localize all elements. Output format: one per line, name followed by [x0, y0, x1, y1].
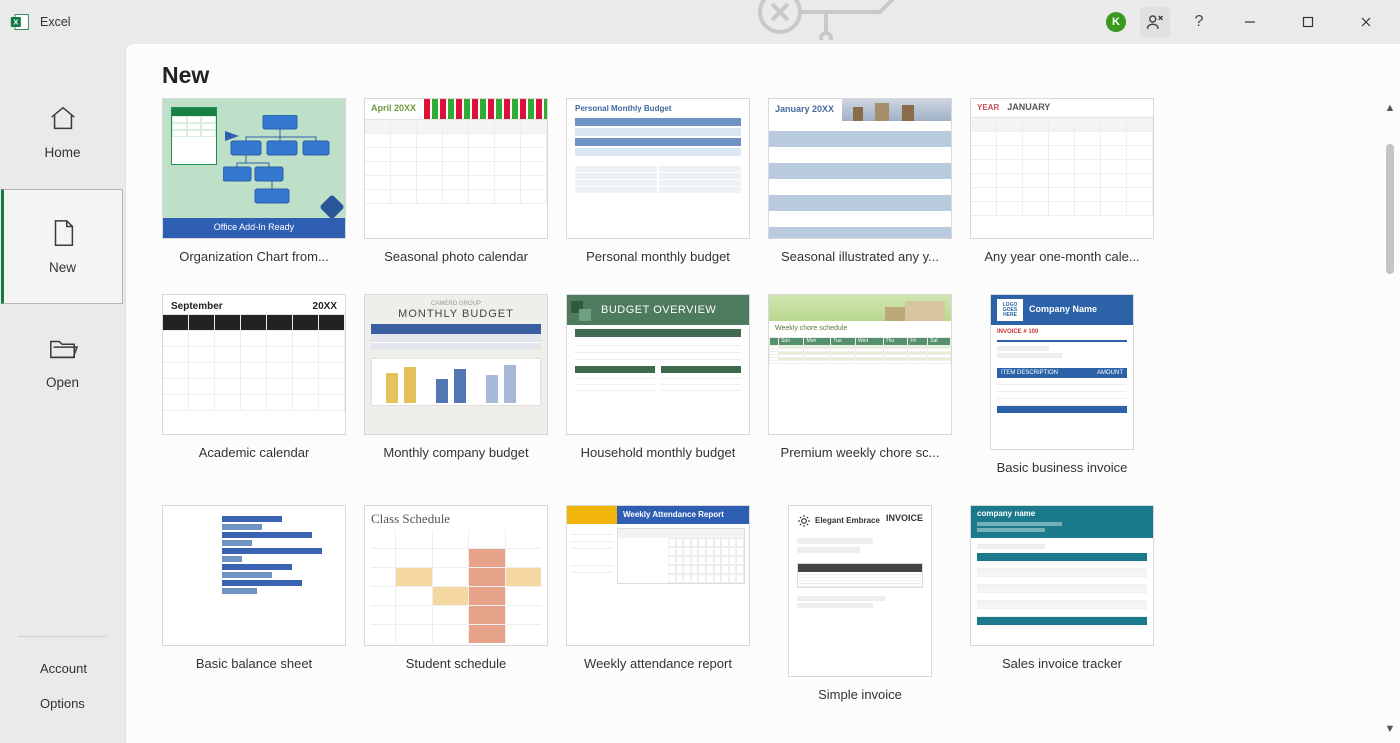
template-label: Academic calendar — [199, 445, 310, 460]
template-card-academic-cal[interactable]: September 20XX Academic calendar — [162, 294, 346, 475]
template-card-business-invoice[interactable]: LOGO GOES HERE Company Name INVOICE # 10… — [970, 294, 1154, 475]
template-card-balance-sheet[interactable]: Basic balance sheet — [162, 505, 346, 702]
maximize-button[interactable] — [1286, 7, 1330, 37]
template-label: Seasonal illustrated any y... — [781, 249, 939, 264]
template-gallery: Office Add-In Ready Organization Chart f… — [162, 98, 1372, 742]
app-name: Excel — [40, 15, 71, 29]
template-label: Monthly company budget — [383, 445, 528, 460]
template-label: Simple invoice — [818, 687, 902, 702]
sidebar-label-new: New — [49, 260, 76, 275]
template-card-personal-budget[interactable]: Personal Monthly Budget — [566, 98, 750, 264]
vertical-scrollbar[interactable]: ▲ ▼ — [1382, 102, 1398, 735]
sidebar-item-options[interactable]: Options — [0, 686, 125, 721]
excel-app-icon: X — [10, 12, 30, 32]
template-label: Household monthly budget — [581, 445, 736, 460]
template-label: Seasonal photo calendar — [384, 249, 528, 264]
sidebar-item-home[interactable]: Home — [2, 74, 124, 189]
page-title: New — [162, 62, 1400, 89]
app-shell: Home New Open Account Options New — [0, 44, 1400, 743]
svg-text:X: X — [13, 18, 18, 27]
template-card-sales-tracker[interactable]: company name — [970, 505, 1154, 702]
template-label: Basic business invoice — [997, 460, 1128, 475]
template-card-any-year-cal[interactable]: YEAR JANUARY Any year one-month cale... — [970, 98, 1154, 264]
template-card-household-budget[interactable]: BUDGET OVERVIEW Household monthly budget — [566, 294, 750, 475]
coming-soon-icon[interactable] — [1140, 7, 1170, 37]
template-label: Personal monthly budget — [586, 249, 730, 264]
template-gallery-viewport[interactable]: Office Add-In Ready Organization Chart f… — [162, 98, 1372, 743]
user-avatar[interactable]: K — [1106, 12, 1126, 32]
template-card-seasonal-illustrated[interactable]: January 20XX — [768, 98, 952, 264]
sidebar-item-account[interactable]: Account — [0, 651, 125, 686]
sidebar-divider — [18, 636, 107, 637]
template-card-simple-invoice[interactable]: Elegant Embrace INVOICE — [768, 505, 952, 702]
sidebar-label-open: Open — [46, 375, 79, 390]
template-card-chore-schedule[interactable]: Weekly chore schedule SunMonTueWedThuFri… — [768, 294, 952, 475]
template-card-attendance[interactable]: Weekly Attendance Report — [566, 505, 750, 702]
template-label: Basic balance sheet — [196, 656, 312, 671]
template-label: Premium weekly chore sc... — [781, 445, 940, 460]
help-button[interactable]: ? — [1184, 13, 1214, 31]
minimize-button[interactable] — [1228, 7, 1272, 37]
thumb-footer: Office Add-In Ready — [163, 218, 345, 238]
template-card-seasonal-photo-cal[interactable]: April 20XX Seasonal photo calendar — [364, 98, 548, 264]
template-card-company-budget[interactable]: CAMERO GROUP MONTHLY BUDGET — [364, 294, 548, 475]
sidebar-label-home: Home — [44, 145, 80, 160]
sidebar-item-open[interactable]: Open — [2, 304, 124, 419]
scroll-up-icon[interactable]: ▲ — [1385, 102, 1396, 114]
backstage-sidebar: Home New Open Account Options — [0, 44, 126, 743]
template-label: Sales invoice tracker — [1002, 656, 1122, 671]
template-card-org-chart[interactable]: Office Add-In Ready Organization Chart f… — [162, 98, 346, 264]
template-label: Weekly attendance report — [584, 656, 732, 671]
template-label: Organization Chart from... — [179, 249, 329, 264]
scrollbar-thumb[interactable] — [1386, 144, 1394, 274]
template-label: Any year one-month cale... — [984, 249, 1139, 264]
sidebar-item-new[interactable]: New — [1, 189, 123, 304]
titlebar: X Excel K ? — [0, 0, 1400, 44]
template-label: Student schedule — [406, 656, 506, 671]
close-button[interactable] — [1344, 7, 1388, 37]
main-panel: New — [126, 44, 1400, 743]
scroll-down-icon[interactable]: ▼ — [1385, 723, 1396, 735]
template-card-student-schedule[interactable]: Class Schedule Student schedule — [364, 505, 548, 702]
